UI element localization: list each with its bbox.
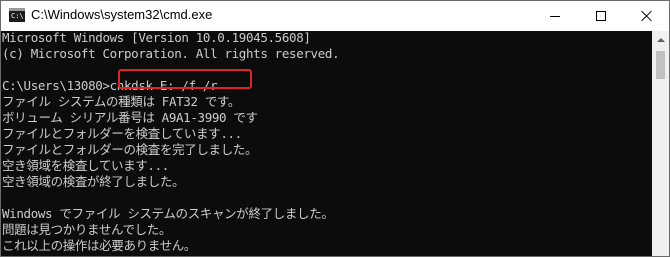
maximize-button[interactable] bbox=[578, 1, 624, 31]
console-line: 問題は見つかりませんでした。 bbox=[2, 222, 172, 237]
console-line: (c) Microsoft Corporation. All rights re… bbox=[2, 46, 340, 61]
console-line: 空き領域の検査が終了しました。 bbox=[2, 174, 185, 189]
window-title: C:\Windows\system32\cmd.exe bbox=[31, 7, 213, 22]
command-highlight-box bbox=[118, 69, 252, 89]
console-line: Windows でファイル システムのスキャンが終了しました。 bbox=[2, 206, 334, 221]
close-icon bbox=[641, 10, 653, 22]
console-output[interactable]: Microsoft Windows [Version 10.0.19045.56… bbox=[1, 31, 652, 256]
scroll-up-button[interactable] bbox=[652, 31, 669, 48]
console-line: Microsoft Windows [Version 10.0.19045.56… bbox=[2, 31, 311, 45]
scroll-thumb[interactable] bbox=[656, 51, 665, 79]
console-line: ファイルとフォルダーの検査を完了しました。 bbox=[2, 142, 258, 157]
console-line: これ以上の操作は必要ありません。 bbox=[2, 238, 197, 253]
icon-prompt-text: C:\ bbox=[11, 12, 24, 20]
close-button[interactable] bbox=[624, 1, 669, 31]
console-line: ボリューム シリアル番号は A9A1-3990 です bbox=[2, 110, 258, 125]
minimize-icon bbox=[550, 15, 560, 17]
cmd-console-icon[interactable]: C:\ bbox=[9, 8, 25, 22]
console-line: ファイル システムの種類は FAT32 です。 bbox=[2, 94, 241, 109]
minimize-button[interactable] bbox=[532, 1, 578, 31]
cmd-window: C:\ C:\Windows\system32\cmd.exe Microsof… bbox=[0, 0, 670, 257]
console-line: ファイルとフォルダーを検査しています... bbox=[2, 126, 242, 141]
console-line: 空き領域を検査しています... bbox=[2, 158, 169, 173]
arrow-up-icon bbox=[656, 37, 665, 42]
vertical-scrollbar[interactable] bbox=[652, 31, 669, 256]
maximize-icon bbox=[596, 11, 606, 21]
title-bar[interactable]: C:\ C:\Windows\system32\cmd.exe bbox=[1, 1, 669, 31]
